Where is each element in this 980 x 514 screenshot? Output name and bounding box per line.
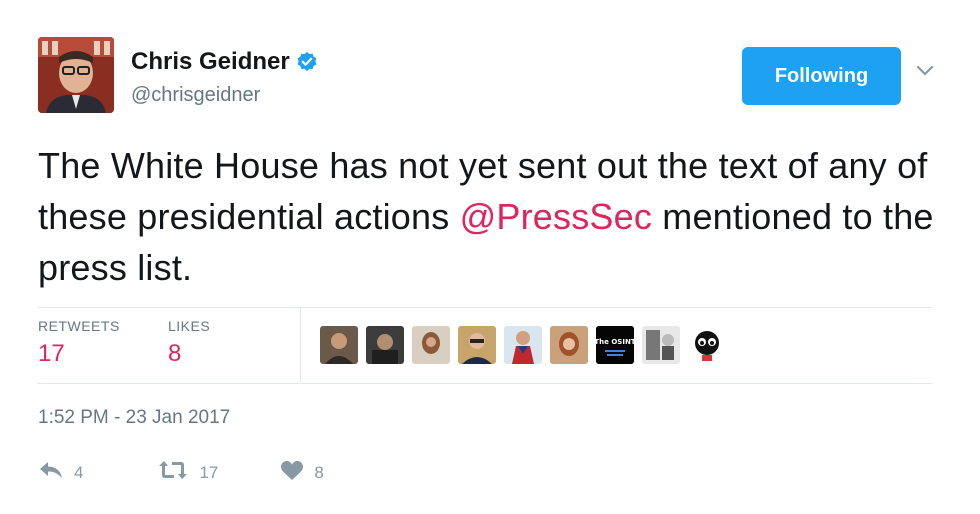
divider bbox=[38, 307, 932, 308]
tweet-stats: RETWEETS 17 LIKES 8 bbox=[38, 318, 298, 368]
liker-avatar[interactable] bbox=[504, 326, 542, 364]
retweet-icon bbox=[157, 459, 189, 486]
liker-avatar[interactable] bbox=[550, 326, 588, 364]
following-button[interactable]: Following bbox=[742, 47, 901, 105]
liker-avatar[interactable] bbox=[458, 326, 496, 364]
likes-label: LIKES bbox=[168, 318, 211, 334]
author-handle[interactable]: @chrisgeidner bbox=[131, 84, 260, 107]
divider bbox=[38, 383, 932, 384]
reply-button[interactable]: 4 bbox=[38, 459, 83, 486]
liker-avatar[interactable] bbox=[412, 326, 450, 364]
author-avatar[interactable] bbox=[38, 37, 114, 113]
like-count: 8 bbox=[314, 462, 324, 482]
retweets-stat[interactable]: RETWEETS 17 bbox=[38, 318, 168, 368]
retweet-button[interactable]: 17 bbox=[157, 459, 218, 486]
likes-stat[interactable]: LIKES 8 bbox=[168, 318, 298, 368]
like-button[interactable]: 8 bbox=[280, 459, 324, 486]
mention-link[interactable]: @PressSec bbox=[460, 196, 652, 237]
heart-icon bbox=[280, 459, 304, 486]
chevron-down-icon[interactable] bbox=[915, 64, 935, 78]
stats-divider bbox=[300, 308, 301, 382]
retweet-count: 17 bbox=[199, 462, 219, 482]
retweets-label: RETWEETS bbox=[38, 318, 120, 334]
verified-badge-icon bbox=[296, 51, 318, 73]
liker-avatar[interactable] bbox=[366, 326, 404, 364]
retweets-count: 17 bbox=[38, 340, 65, 367]
liker-avatar[interactable] bbox=[320, 326, 358, 364]
liker-avatar[interactable]: The OSINT bbox=[596, 326, 634, 364]
likes-count: 8 bbox=[168, 340, 182, 367]
liker-avatar[interactable] bbox=[688, 326, 726, 364]
tweet-actions: 4 17 8 bbox=[38, 459, 372, 486]
author-name[interactable]: Chris Geidner bbox=[131, 48, 290, 76]
liker-avatars: The OSINT bbox=[320, 326, 734, 364]
reply-count: 4 bbox=[74, 462, 84, 482]
osint-logo: The OSINT bbox=[596, 338, 634, 346]
tweet-timestamp[interactable]: 1:52 PM - 23 Jan 2017 bbox=[38, 407, 230, 429]
reply-icon bbox=[38, 459, 64, 486]
tweet-text: The White House has not yet sent out the… bbox=[38, 140, 948, 293]
liker-avatar[interactable] bbox=[642, 326, 680, 364]
